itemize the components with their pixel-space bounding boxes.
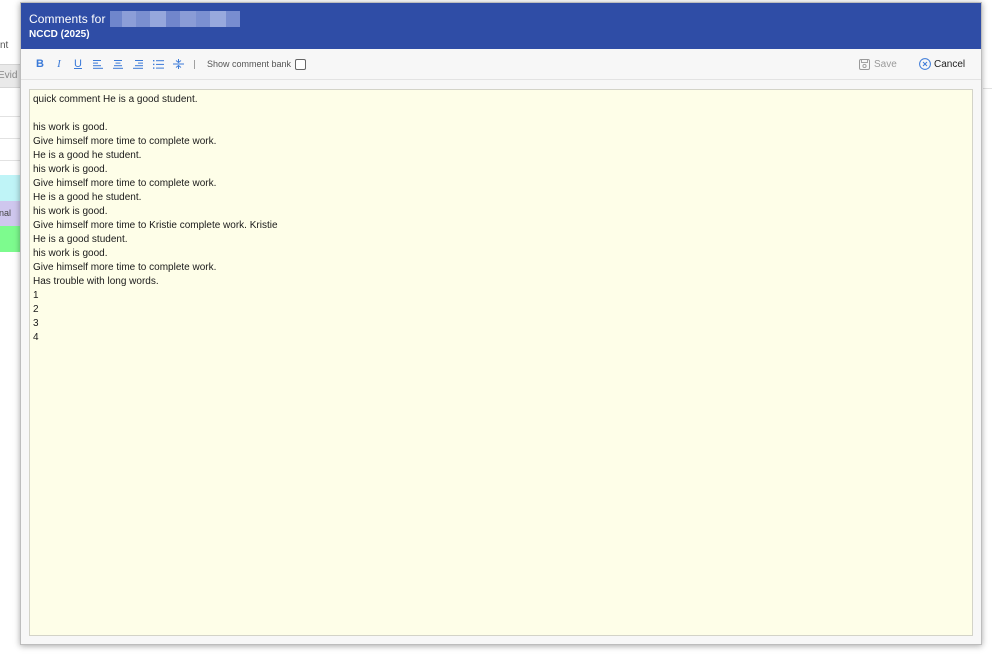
- comment-line: his work is good.: [33, 206, 108, 217]
- comment-line: Give himself more time to complete work.: [33, 136, 217, 147]
- comment-line: 3: [33, 318, 39, 329]
- italic-button[interactable]: I: [52, 57, 66, 71]
- clear-format-button[interactable]: [171, 57, 185, 71]
- modal-header: Comments for NCCD (2025): [21, 3, 981, 49]
- comment-line: 1: [33, 290, 39, 301]
- bullet-list-button[interactable]: [151, 57, 165, 71]
- toolbar-separator: [194, 60, 195, 69]
- modal-title-row: Comments for: [29, 11, 240, 27]
- align-left-button[interactable]: [91, 57, 105, 71]
- comment-line: quick comment He is a good student.: [33, 94, 198, 105]
- comment-line: He is a good student.: [33, 234, 128, 245]
- comment-line: Give himself more time to Kristie comple…: [33, 220, 278, 231]
- clear-format-icon: [172, 59, 184, 69]
- align-right-icon: [133, 59, 143, 69]
- comment-editor[interactable]: quick comment He is a good student. his w…: [29, 89, 973, 636]
- comment-line: He is a good he student.: [33, 192, 142, 203]
- modal-subtitle: NCCD (2025): [29, 29, 90, 40]
- align-right-button[interactable]: [131, 57, 145, 71]
- background-cell-green: [0, 226, 20, 252]
- save-icon: [859, 58, 870, 70]
- background-divider: [983, 88, 992, 89]
- underline-button[interactable]: U: [71, 57, 85, 71]
- comment-line: 4: [33, 332, 39, 343]
- cancel-label: Cancel: [934, 58, 966, 70]
- align-center-icon: [113, 59, 123, 69]
- show-comment-bank-toggle[interactable]: Show comment bank: [207, 57, 307, 71]
- align-left-icon: [93, 59, 103, 69]
- comment-line: [33, 107, 969, 121]
- redacted-student-name: [109, 11, 240, 27]
- modal-title: Comments for: [29, 12, 106, 26]
- background-divider: [0, 138, 20, 139]
- show-comment-bank-checkbox[interactable]: [295, 58, 307, 70]
- align-center-button[interactable]: [111, 57, 125, 71]
- bold-button[interactable]: B: [33, 57, 47, 71]
- page: nt Evid onal Comments for NCCD (2025) B …: [0, 0, 992, 654]
- comment-line: Give himself more time to complete work.: [33, 178, 217, 189]
- comment-line: He is a good he student.: [33, 150, 142, 161]
- comment-line: his work is good.: [33, 122, 108, 133]
- comment-line: 2: [33, 304, 39, 315]
- comment-line: his work is good.: [33, 164, 108, 175]
- background-divider: [0, 160, 20, 161]
- save-button[interactable]: Save: [859, 57, 897, 71]
- background-tab-evidence[interactable]: Evid: [0, 64, 20, 88]
- background-cell-lavender: onal: [0, 201, 20, 226]
- comment-line: Has trouble with long words.: [33, 276, 159, 287]
- bullet-list-icon: [152, 59, 164, 69]
- background-cell-cyan: [0, 175, 20, 201]
- close-icon: [919, 58, 931, 70]
- background-divider: [0, 116, 20, 117]
- comments-modal: Comments for NCCD (2025) B I U Show comm…: [20, 2, 982, 645]
- cancel-button[interactable]: Cancel: [919, 57, 965, 71]
- editor-toolbar: B I U Show comment bank Save Cancel: [21, 49, 981, 80]
- show-comment-bank-label: Show comment bank: [207, 59, 292, 69]
- background-label-fragment: nt: [0, 40, 9, 51]
- comment-line: Give himself more time to complete work.: [33, 262, 217, 273]
- save-label: Save: [874, 58, 897, 70]
- comment-line: his work is good.: [33, 248, 108, 259]
